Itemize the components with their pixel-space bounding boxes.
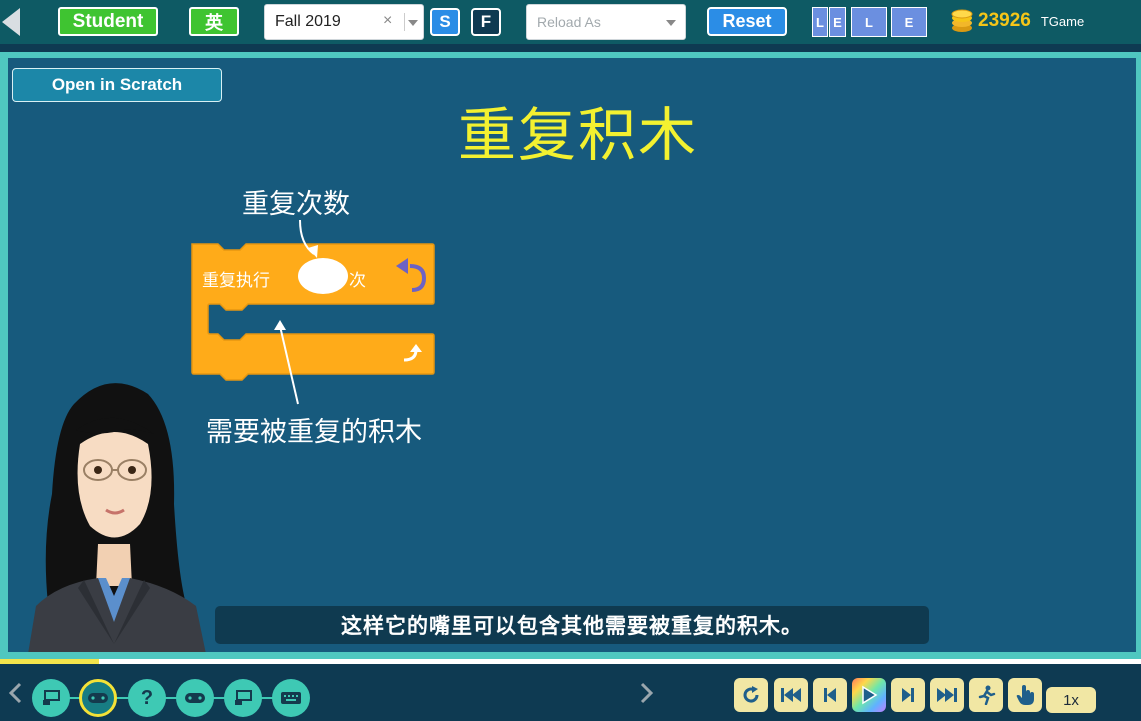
run-icon [978, 685, 996, 705]
f-button[interactable]: F [471, 8, 501, 36]
top-toolbar: Student 英 Fall 2019 × S F Reload As Rese… [0, 0, 1141, 44]
teacher-avatar [28, 383, 206, 652]
select-divider [404, 13, 405, 31]
coins-icon [951, 9, 973, 32]
first-step-button[interactable] [774, 678, 808, 712]
lesson-step-game[interactable] [176, 679, 214, 717]
s-button[interactable]: S [430, 8, 460, 36]
replay-icon [743, 686, 759, 703]
question-icon: ? [140, 686, 154, 709]
term-select-value: Fall 2019 [275, 13, 341, 30]
play-button[interactable] [852, 678, 886, 712]
language-button[interactable]: 英 [189, 7, 239, 36]
hand-icon [1016, 685, 1034, 705]
back-arrow-icon[interactable] [0, 6, 22, 38]
reload-as-placeholder: Reload As [537, 14, 601, 30]
role-button[interactable]: Student [58, 7, 158, 36]
level-tile[interactable]: L [851, 7, 887, 37]
replay-button[interactable] [734, 678, 768, 712]
next-step-button[interactable] [891, 678, 925, 712]
last-step-icon [937, 688, 957, 702]
lesson-step-quiz[interactable]: ? [128, 679, 166, 717]
play-icon [862, 685, 878, 705]
clear-icon[interactable]: × [383, 12, 392, 30]
chevron-right-icon[interactable] [638, 682, 654, 704]
gamepad-icon [185, 693, 205, 703]
subtitle-caption: 这样它的嘴里可以包含其他需要被重复的积木。 [215, 606, 929, 644]
presentation-icon [235, 690, 252, 705]
level-tile[interactable]: E [829, 7, 846, 37]
chevron-down-icon[interactable] [665, 19, 677, 27]
level-tile[interactable]: E [891, 7, 927, 37]
gamepad-icon [88, 693, 108, 703]
prev-step-button[interactable] [813, 678, 847, 712]
reload-as-select[interactable]: Reload As [526, 4, 686, 40]
slide-stage: Open in Scratch 重复积木 重复次数 重复执行 次 需要被重复的积… [8, 58, 1136, 652]
term-select[interactable]: Fall 2019 × [264, 4, 424, 40]
bottom-toolbar: ? 1x [0, 664, 1141, 721]
lesson-step-typing[interactable] [272, 679, 310, 717]
keyboard-icon [281, 692, 301, 704]
level-tile[interactable]: L [812, 7, 828, 37]
speed-button[interactable]: 1x [1046, 687, 1096, 713]
last-step-button[interactable] [930, 678, 964, 712]
first-step-icon [781, 688, 801, 702]
chevron-down-icon[interactable] [407, 19, 419, 27]
chevron-left-icon[interactable] [8, 682, 24, 704]
hand-button[interactable] [1008, 678, 1042, 712]
next-step-icon [902, 688, 914, 702]
presentation-icon [43, 690, 60, 705]
reset-button[interactable]: Reset [707, 7, 787, 36]
prev-step-icon [824, 688, 836, 702]
tgame-label: TGame [1040, 13, 1085, 29]
lesson-step-presentation[interactable] [224, 679, 262, 717]
coin-count: 23926 [978, 10, 1031, 31]
run-button[interactable] [969, 678, 1003, 712]
lesson-step-presentation[interactable] [32, 679, 70, 717]
coin-balance: 23926 TGame [950, 8, 1084, 34]
lesson-step-game-active[interactable] [79, 679, 117, 717]
